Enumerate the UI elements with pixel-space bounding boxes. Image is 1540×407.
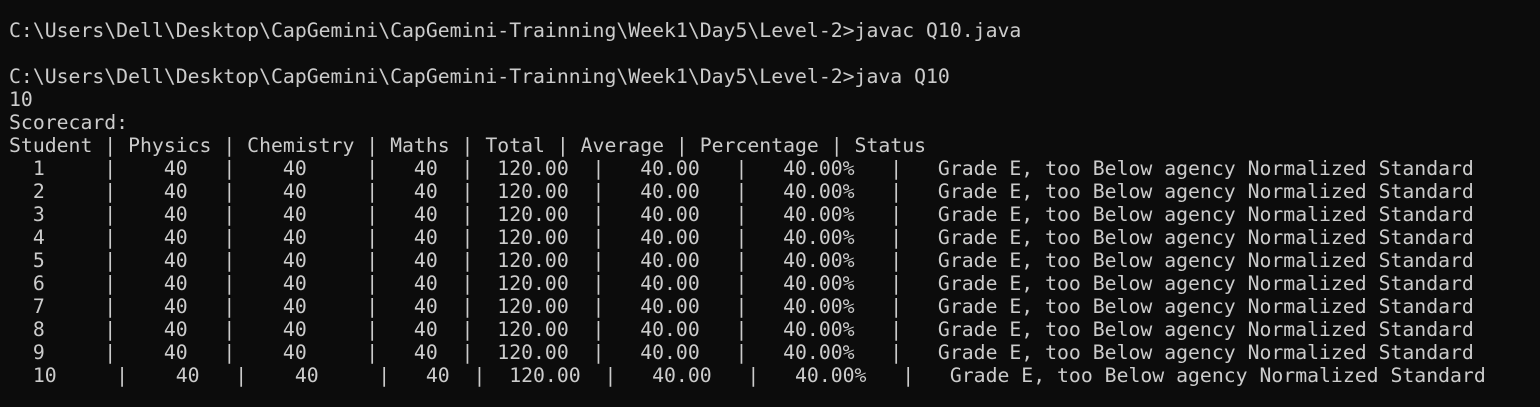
table-row: 1 | 40 | 40 | 40 | 120.00 | 40.00 | 40.0…: [9, 157, 1474, 180]
table-row: 3 | 40 | 40 | 40 | 120.00 | 40.00 | 40.0…: [9, 203, 1474, 226]
table-row: 9 | 40 | 40 | 40 | 120.00 | 40.00 | 40.0…: [9, 341, 1474, 364]
command-line-javac: C:\Users\Dell\Desktop\CapGemini\CapGemin…: [9, 19, 1022, 42]
command-line-java: C:\Users\Dell\Desktop\CapGemini\CapGemin…: [9, 65, 950, 88]
output-line-count: 10: [9, 88, 33, 111]
table-row: 7 | 40 | 40 | 40 | 120.00 | 40.00 | 40.0…: [9, 295, 1474, 318]
table-row: 4 | 40 | 40 | 40 | 120.00 | 40.00 | 40.0…: [9, 226, 1474, 249]
table-row: 8 | 40 | 40 | 40 | 120.00 | 40.00 | 40.0…: [9, 318, 1474, 341]
terminal-window[interactable]: C:\Users\Dell\Desktop\CapGemini\CapGemin…: [0, 0, 1540, 407]
table-row: 5 | 40 | 40 | 40 | 120.00 | 40.00 | 40.0…: [9, 249, 1474, 272]
table-row: 6 | 40 | 40 | 40 | 120.00 | 40.00 | 40.0…: [9, 272, 1474, 295]
table-header: Student | Physics | Chemistry | Maths | …: [9, 134, 927, 157]
table-row: 2 | 40 | 40 | 40 | 120.00 | 40.00 | 40.0…: [9, 180, 1474, 203]
table-row: 10 | 40 | 40 | 40 | 120.00 | 40.00 | 40.…: [9, 364, 1486, 387]
output-line-scorecard-title: Scorecard:: [9, 111, 129, 134]
